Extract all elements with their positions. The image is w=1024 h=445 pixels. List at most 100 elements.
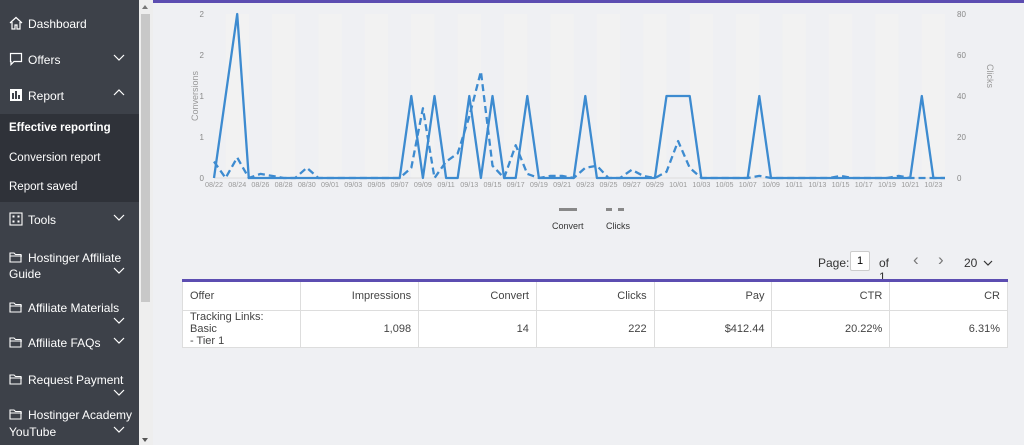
page-size-value[interactable]: 20 — [964, 256, 977, 270]
x-tick-label: 10/17 — [855, 180, 873, 189]
chevron-down-icon — [113, 267, 125, 274]
legend-swatch-convert — [559, 208, 577, 211]
page-number-input[interactable] — [850, 251, 870, 271]
x-tick-label: 09/09 — [414, 180, 432, 189]
x-tick-label: 09/15 — [483, 180, 501, 189]
scroll-thumb[interactable] — [141, 14, 150, 302]
header-accent-line — [153, 0, 1024, 3]
offers-table: Offer Impressions Convert Clicks Pay CTR… — [182, 279, 1008, 348]
chevron-down-icon — [113, 317, 125, 324]
y-tick-label: 0 — [200, 174, 205, 183]
folder-icon — [9, 252, 22, 263]
y2-tick-label: 0 — [957, 174, 962, 183]
x-tick-label: 10/09 — [762, 180, 780, 189]
cell-impressions: 1,098 — [299, 310, 420, 348]
submenu-conversion-report[interactable]: Conversion report — [9, 152, 100, 164]
col-convert[interactable]: Convert — [418, 280, 537, 311]
submenu-effective-reporting[interactable]: Effective reporting — [9, 122, 111, 134]
sidebar-label-faqs: Affiliate FAQs — [28, 336, 101, 350]
col-ctr[interactable]: CTR — [771, 280, 891, 311]
plot-band — [550, 14, 574, 178]
col-clicks[interactable]: Clicks — [535, 280, 655, 311]
x-tick-label: 10/11 — [785, 180, 802, 189]
bar-chart-icon — [10, 89, 22, 101]
folder-icon — [9, 337, 22, 348]
chevron-down-icon — [113, 214, 125, 221]
sidebar: Dashboard Offers Report Effective report… — [0, 0, 139, 445]
legend-label-convert: Convert — [552, 221, 584, 231]
table-header-row: Offer Impressions Convert Clicks Pay CTR… — [182, 280, 1008, 311]
sidebar-label-dashboard: Dashboard — [28, 17, 87, 31]
x-tick-label: 09/27 — [623, 180, 641, 189]
chevron-down-icon — [113, 426, 125, 433]
col-cr[interactable]: CR — [889, 280, 1008, 311]
table-row[interactable]: Tracking Links: Basic - Tier 1 1,098 14 … — [182, 310, 1008, 348]
x-tick-label: 08/30 — [298, 180, 316, 189]
submenu-report-saved[interactable]: Report saved — [9, 181, 77, 193]
sidebar-item-request-payment[interactable]: Request Payment — [0, 372, 139, 402]
y-tick-label: 2 — [200, 10, 205, 19]
sidebar-label-offers: Offers — [28, 53, 61, 67]
folder-icon — [9, 302, 22, 313]
x-tick-label: 08/24 — [228, 180, 246, 189]
x-tick-label: 09/21 — [553, 180, 571, 189]
plot-band — [318, 14, 342, 178]
y-axis-title: Conversions — [190, 70, 200, 121]
col-pay[interactable]: Pay — [653, 280, 773, 311]
y2-tick-label: 80 — [957, 10, 966, 19]
x-tick-label: 10/23 — [924, 180, 942, 189]
legend-swatch-clicks — [606, 208, 624, 211]
col-offer[interactable]: Offer — [182, 280, 301, 311]
plot-band — [828, 14, 853, 178]
plot-band — [736, 14, 760, 178]
x-tick-label: 09/25 — [600, 180, 618, 189]
x-tick-label: 10/19 — [878, 180, 896, 189]
x-tick-label: 10/05 — [716, 180, 734, 189]
y-tick-label: 2 — [200, 51, 205, 60]
col-impressions[interactable]: Impressions — [299, 280, 420, 311]
sidebar-label-academy-2: YouTube — [9, 425, 57, 439]
prev-page-button[interactable]: ‹ — [913, 250, 919, 270]
scroll-down-arrow[interactable] — [142, 438, 148, 442]
x-tick-label: 09/11 — [437, 180, 454, 189]
legend-label-clicks: Clicks — [606, 221, 630, 231]
x-tick-label: 10/03 — [692, 180, 710, 189]
chevron-down-icon[interactable] — [983, 259, 993, 267]
sidebar-label-tools: Tools — [28, 213, 57, 227]
y2-tick-label: 40 — [957, 92, 966, 101]
x-tick-label: 09/19 — [530, 180, 548, 189]
x-tick-label: 09/13 — [460, 180, 478, 189]
sidebar-item-hostinger-academy[interactable]: Hostinger Academy YouTube — [0, 407, 139, 441]
plot-band — [225, 14, 249, 178]
x-tick-label: 08/22 — [205, 180, 223, 189]
x-tick-label: 10/13 — [808, 180, 826, 189]
x-tick-label: 09/05 — [367, 180, 385, 189]
sidebar-scrollbar[interactable] — [139, 0, 153, 445]
cell-clicks: 222 — [535, 310, 655, 348]
folder-icon — [9, 409, 22, 420]
offer-name-line1: Tracking Links: Basic — [190, 311, 264, 335]
x-tick-label: 09/01 — [321, 180, 339, 189]
cell-cr: 6.31% — [889, 310, 1008, 348]
x-tick-label: 10/15 — [832, 180, 850, 189]
sidebar-item-affiliate-guide[interactable]: Hostinger Affiliate Guide — [0, 250, 139, 282]
conversions-clicks-chart: 01122020406080Conversions Clicks08/22 08/2… — [190, 10, 995, 189]
plot-band — [875, 14, 899, 178]
folder-icon — [9, 374, 22, 385]
plot-band — [921, 14, 945, 178]
scroll-up-arrow[interactable] — [142, 5, 148, 9]
y-tick-label: 1 — [200, 133, 205, 142]
chevron-down-icon — [113, 54, 125, 61]
plot-band — [643, 14, 667, 178]
y2-tick-label: 60 — [957, 51, 966, 60]
offer-name-line2: - Tier 1 — [190, 335, 225, 347]
cell-offer: Tracking Links: Basic - Tier 1 — [182, 310, 301, 348]
sidebar-label-academy-1: Hostinger Academy — [28, 408, 133, 422]
x-tick-label: 09/17 — [507, 180, 525, 189]
next-page-button[interactable]: › — [938, 250, 944, 270]
plot-band — [272, 14, 296, 178]
x-tick-label: 10/01 — [669, 180, 687, 189]
x-tick-label: 09/07 — [391, 180, 409, 189]
sidebar-item-affiliate-materials[interactable]: Affiliate Materials — [0, 300, 139, 330]
y-tick-label: 1 — [200, 92, 205, 101]
